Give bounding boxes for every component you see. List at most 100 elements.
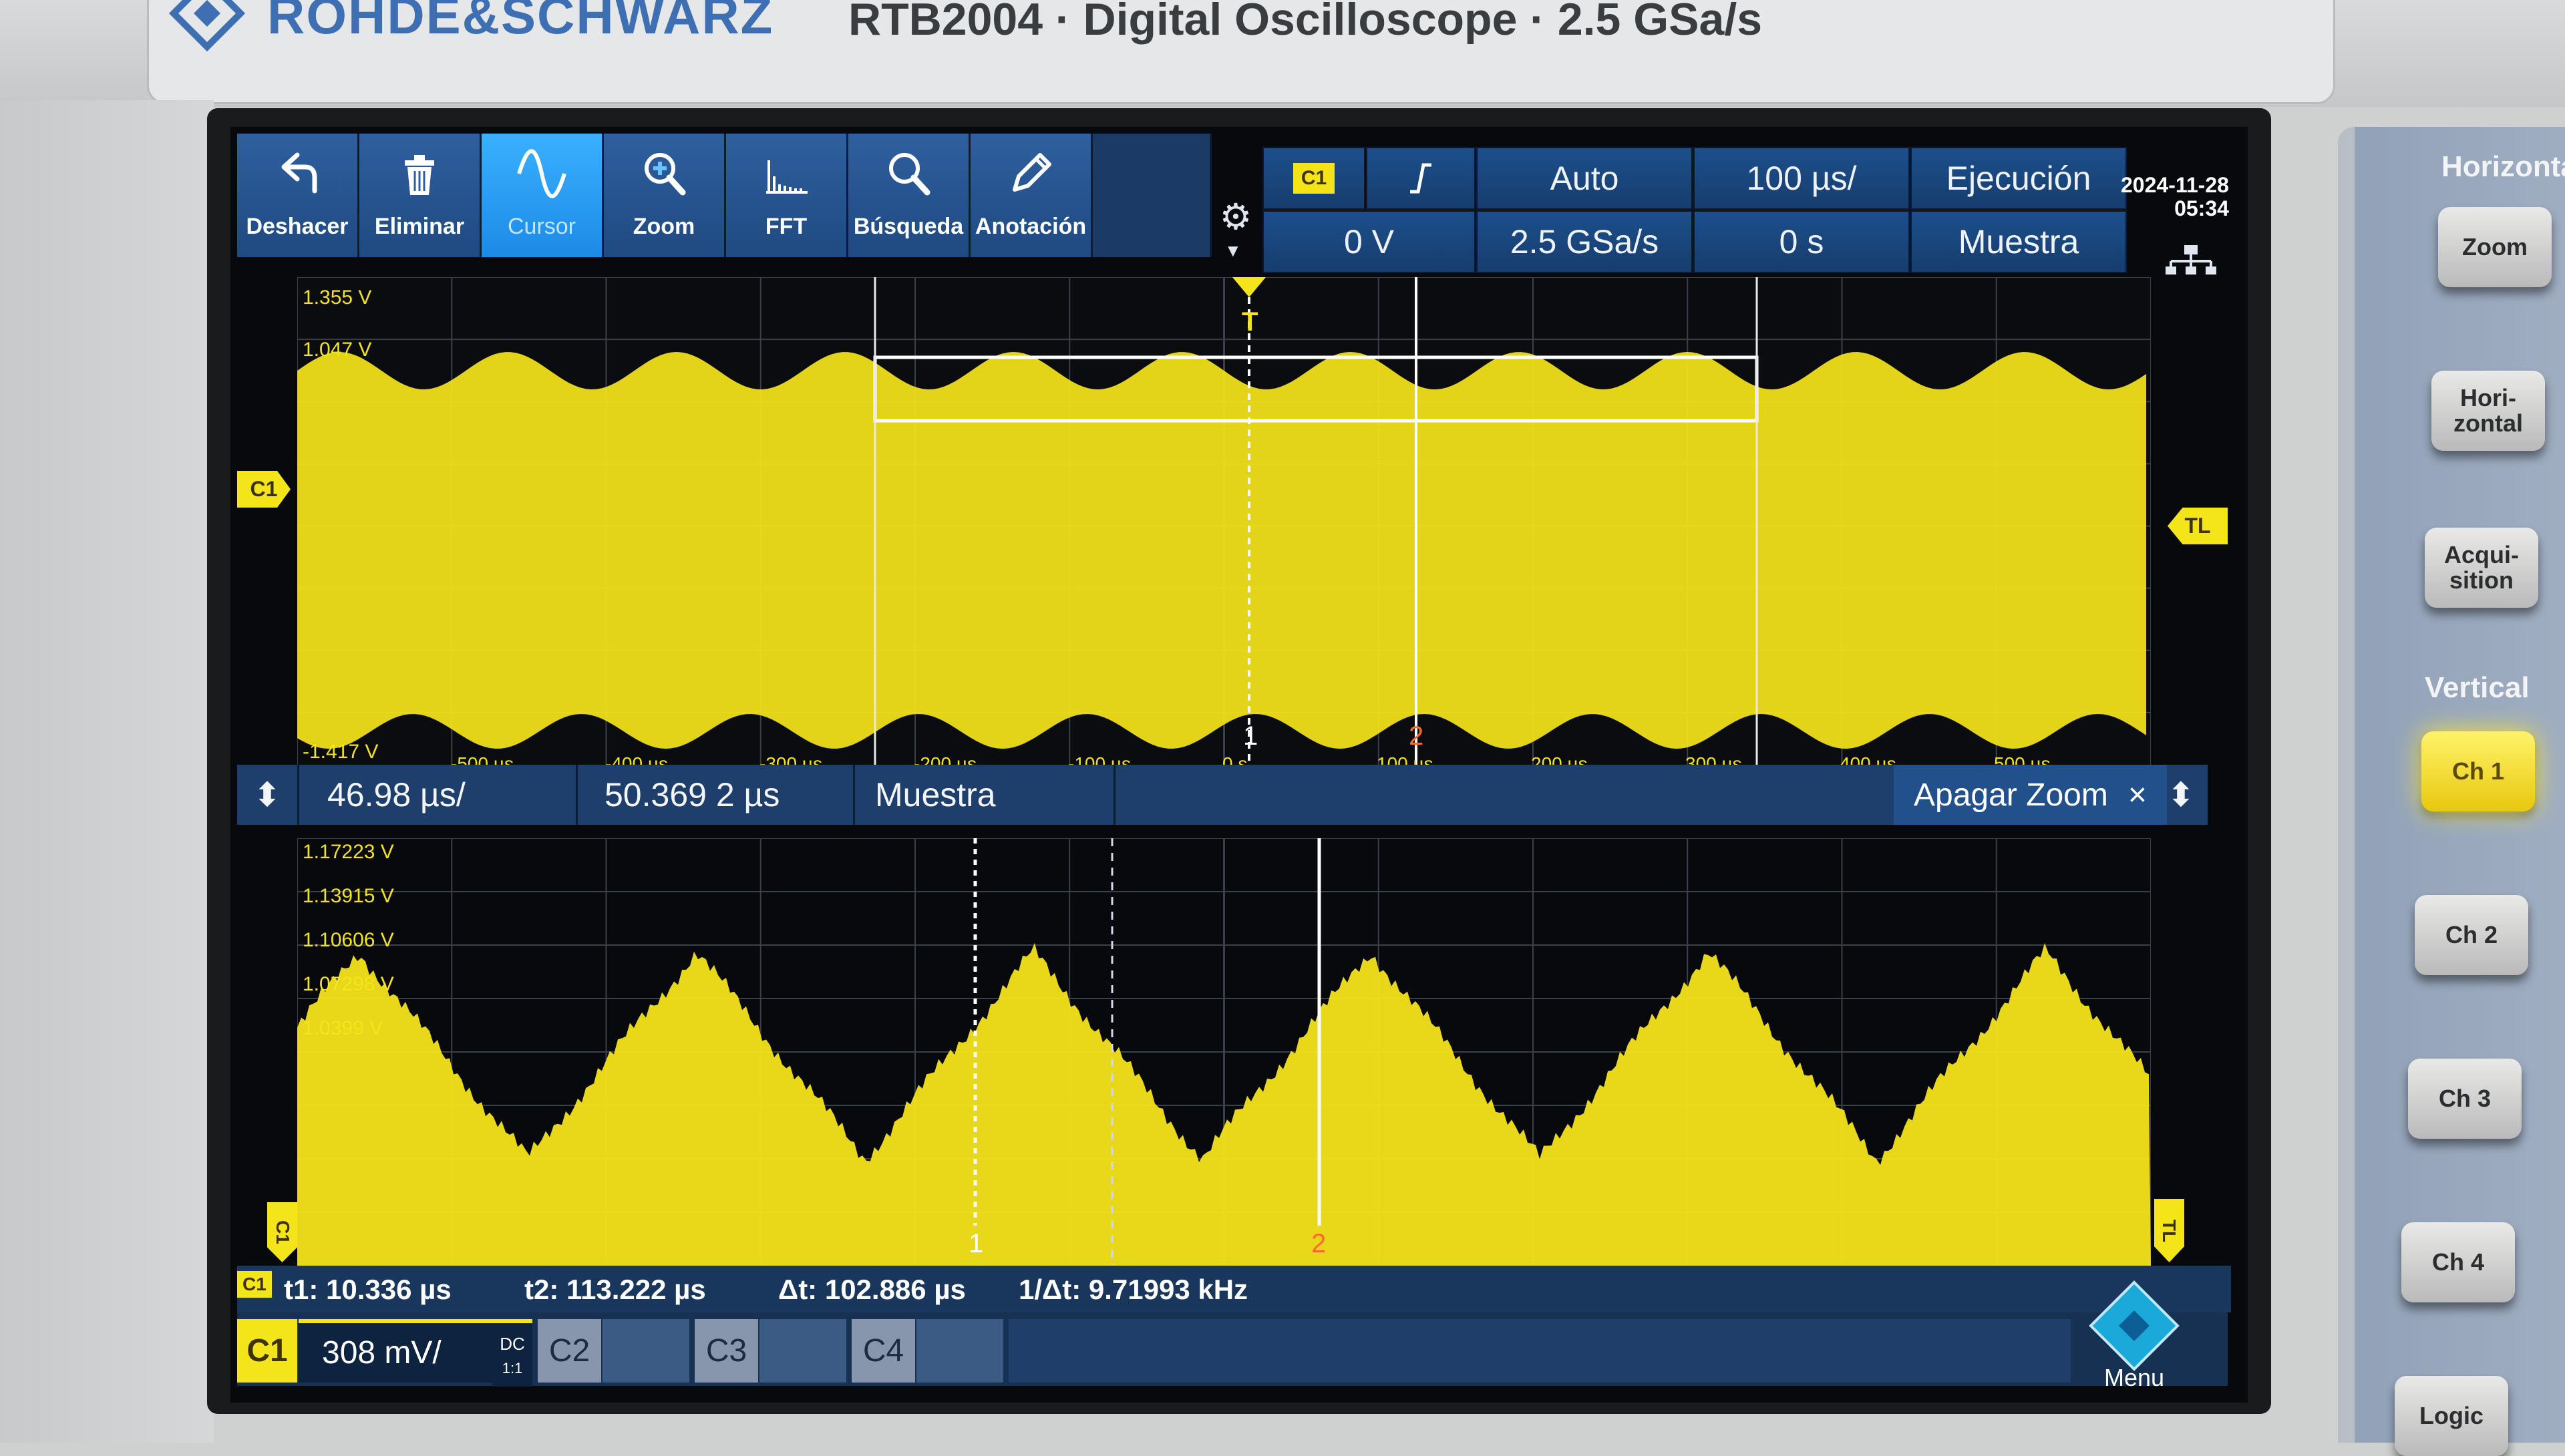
zoom-updown-icon[interactable]: ⬍ — [237, 765, 299, 825]
delete-button[interactable]: Eliminar — [359, 134, 482, 257]
front-panel: Horizontal Zoom Hori- zontal Acqui- siti… — [2338, 127, 2565, 1456]
horizontal-hw-button[interactable]: Hori- zontal — [2431, 371, 2545, 451]
zoom-cursor-1-label: 1 — [969, 1229, 983, 1258]
logic-hw-button[interactable]: Logic — [2395, 1376, 2508, 1456]
zoom-info-bar: ⬍ 46.98 µs/ 50.369 2 µs Muestra Apagar Z… — [237, 765, 2208, 825]
trigger-level[interactable]: 0 V — [1262, 210, 1476, 273]
overview-trigger-level-marker[interactable]: TL — [2168, 508, 2228, 544]
annotation-label: Anotación — [975, 214, 1087, 239]
menu-button[interactable]: Menu — [2084, 1276, 2184, 1389]
search-button[interactable]: Búsqueda — [848, 134, 971, 257]
settings-gear-icon[interactable]: ⚙ — [1216, 197, 1256, 237]
undo-label: Deshacer — [246, 214, 349, 239]
overview-cursor-1-label: 1 — [1243, 721, 1258, 751]
trigger-position-marker[interactable] — [1232, 277, 1266, 297]
fft-button[interactable]: FFT — [726, 134, 848, 257]
zoom-waveform-area[interactable]: 1 2 1.17223 V 1.13915 V 1.10606 V 1.0729… — [297, 838, 2151, 1266]
ch1-hw-button[interactable]: Ch 1 — [2421, 731, 2535, 811]
search-label: Búsqueda — [853, 214, 964, 239]
horizontal-section-label: Horizontal — [2441, 150, 2565, 183]
overview-y-label-bottom: -1.417 V — [303, 741, 378, 763]
zoom-trigger-level-marker[interactable]: TL — [2154, 1199, 2184, 1262]
menu-label: Menu — [2104, 1364, 2164, 1389]
zoom-timebase[interactable]: 46.98 µs/ — [297, 765, 578, 825]
rising-edge-icon — [1410, 163, 1431, 194]
ch3-hw-button[interactable]: Ch 3 — [2408, 1059, 2522, 1139]
zoom-label: Zoom — [633, 214, 695, 239]
oscilloscope-display: Deshacer Eliminar Cursor Zoom FFT Búsque… — [230, 127, 2248, 1403]
zoom-off-label: Apagar Zoom — [1914, 777, 2108, 813]
chevron-down-icon[interactable]: ▼ — [1224, 240, 1242, 261]
annotation-button[interactable]: Anotación — [971, 134, 1093, 257]
pencil-icon — [1013, 153, 1051, 192]
zoom-ch1-offset-marker[interactable]: C1 — [267, 1202, 297, 1262]
ch4-slot[interactable] — [916, 1319, 1003, 1383]
sample-rate[interactable]: 2.5 GSa/s — [1476, 210, 1693, 273]
undo-button[interactable]: Deshacer — [237, 134, 359, 257]
trigger-position-label: T — [1242, 307, 1258, 337]
cursor-t2: t2: 113.222 µs — [524, 1274, 706, 1305]
zoom-y-label-1: 1.13915 V — [303, 885, 394, 907]
acquisition-mode[interactable]: Muestra — [1910, 210, 2127, 273]
brand-name: ROHDE&SCHWARZ — [267, 0, 774, 45]
zoom-position[interactable]: 50.369 2 µs — [578, 765, 855, 825]
ch1-coupling-dc: DC — [500, 1333, 525, 1354]
zoom-acquisition[interactable]: Muestra — [855, 765, 1116, 825]
rs-logo-icon — [168, 0, 246, 52]
overview-y-label-top: 1.355 V — [303, 287, 371, 309]
run-state[interactable]: Ejecución — [1910, 147, 2127, 210]
channel-bar: C1 308 mV/ DC 1:1 C2 C3 C4 — [237, 1312, 2228, 1387]
zoom-in-icon — [645, 153, 686, 196]
ch1-coupling: DC 1:1 — [492, 1319, 532, 1387]
toolbar-empty-slot — [1093, 134, 1212, 257]
ch1-badge[interactable]: C1 — [237, 1319, 297, 1383]
zoom-hw-button[interactable]: Zoom — [2438, 207, 2552, 287]
ch2-badge[interactable]: C2 — [538, 1319, 601, 1383]
ch4-hw-button[interactable]: Ch 4 — [2401, 1222, 2515, 1302]
trash-icon — [405, 155, 434, 195]
cursor-inverse-delta-t: 1/Δt: 9.71993 kHz — [1019, 1274, 1248, 1305]
date: 2024-11-28 — [2121, 173, 2229, 197]
ch3-badge[interactable]: C3 — [695, 1319, 758, 1383]
ch3-slot[interactable] — [759, 1319, 846, 1383]
zoom-button[interactable]: Zoom — [604, 134, 726, 257]
overview-y-label-upper: 1.047 V — [303, 339, 371, 361]
cursor-label: Cursor — [507, 214, 576, 239]
ch2-hw-button[interactable]: Ch 2 — [2415, 895, 2528, 975]
network-icon — [2166, 245, 2216, 275]
acquisition-hw-button[interactable]: Acqui- sition — [2425, 528, 2538, 608]
vertical-section-label: Vertical — [2425, 671, 2530, 704]
trigger-status-panel: C1 Auto 100 µs/ Ejecución 0 V 2.5 GSa/s … — [1262, 147, 2131, 274]
cursor-button[interactable]: Cursor — [482, 134, 604, 257]
cursor-wave-icon — [517, 149, 566, 198]
trigger-source-cell[interactable]: C1 — [1262, 147, 1365, 210]
cursor-delta-t: Δt: 102.886 µs — [778, 1274, 966, 1305]
horizontal-position[interactable]: 0 s — [1693, 210, 1910, 273]
overview-waveform-area[interactable]: 1 2 T 1.355 V 1.047 V -1.417 V -500 µs -4… — [297, 277, 2151, 775]
zoom-updown-right-icon[interactable]: ⬍ — [2154, 765, 2208, 825]
overview-ch1-trace — [297, 352, 2146, 749]
zoom-off-button[interactable]: Apagar Zoom × — [1894, 765, 2167, 825]
channel-bar-empty — [1009, 1319, 2071, 1383]
left-bezel — [0, 100, 214, 1443]
search-icon — [889, 153, 930, 196]
cursor-t1: t1: 10.336 µs — [284, 1274, 452, 1305]
overview-cursor-2-label: 2 — [1409, 721, 1423, 751]
time: 05:34 — [2174, 196, 2229, 221]
ch1-probe-ratio: 1:1 — [502, 1359, 523, 1377]
trigger-mode[interactable]: Auto — [1476, 147, 1693, 210]
model-title: RTB2004 · Digital Oscilloscope · 2.5 GSa… — [848, 0, 1763, 45]
trigger-source-badge: C1 — [1293, 163, 1335, 194]
zoom-cursor-2-label: 2 — [1311, 1229, 1326, 1258]
trigger-slope-cell[interactable] — [1366, 147, 1476, 210]
ch1-scale[interactable]: 308 mV/ — [299, 1319, 492, 1383]
close-icon[interactable]: × — [2128, 777, 2147, 813]
delete-label: Eliminar — [374, 214, 465, 239]
ch4-badge[interactable]: C4 — [852, 1319, 915, 1383]
overview-ch1-offset-marker[interactable]: C1 — [237, 471, 291, 508]
ch2-slot[interactable] — [603, 1319, 689, 1383]
zoom-y-label-0: 1.17223 V — [303, 841, 394, 863]
timebase-scale[interactable]: 100 µs/ — [1693, 147, 1910, 210]
measurement-channel-badge: C1 — [237, 1271, 272, 1298]
datetime-display: 2024-11-28 05:34 — [2121, 173, 2229, 221]
